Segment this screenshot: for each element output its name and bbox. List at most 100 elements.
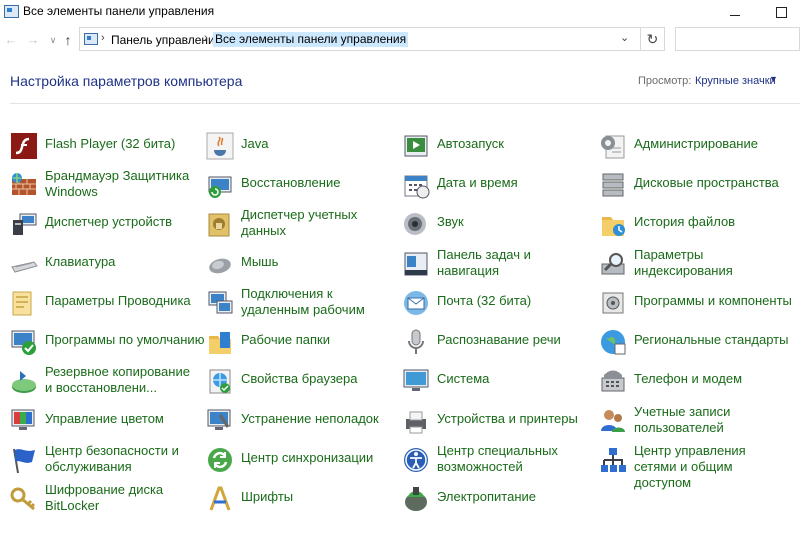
control-panel-item[interactable]: Параметры Проводника	[10, 287, 200, 323]
autoplay-icon	[402, 132, 430, 160]
control-panel-item[interactable]: Восстановление	[206, 169, 396, 205]
devices-printers-icon	[402, 407, 430, 435]
control-panel-item-label: Подключения к удаленным рабочим	[241, 286, 365, 317]
internet-options-icon	[206, 367, 234, 395]
control-panel-item[interactable]: Мышь	[206, 248, 396, 284]
keyboard-icon	[10, 250, 38, 278]
storage-spaces-icon	[599, 171, 627, 199]
device-manager-icon	[10, 210, 38, 238]
control-panel-item-label: Программы по умолчанию	[45, 332, 205, 347]
control-panel-item[interactable]: Электропитание	[402, 483, 592, 519]
control-panel-item[interactable]: Свойства браузера	[206, 365, 396, 401]
control-panel-item[interactable]: Автозапуск	[402, 130, 592, 166]
maximize-button[interactable]	[758, 0, 800, 24]
phone-modem-icon	[599, 367, 627, 395]
control-panel-item[interactable]: Звук	[402, 208, 592, 244]
control-panel-item[interactable]: Клавиатура	[10, 248, 200, 284]
control-panel-icon	[84, 33, 98, 45]
control-panel-item[interactable]: Брандмауэр Защитника Windows	[10, 168, 200, 205]
control-panel-item-label: Центр специальных возможностей	[437, 443, 558, 474]
chevron-down-icon[interactable]: ⌄	[620, 31, 629, 44]
control-panel-item[interactable]: Дисковые пространства	[599, 169, 789, 205]
java-icon	[206, 132, 234, 160]
control-panel-item[interactable]: Устранение неполадок	[206, 405, 396, 441]
control-panel-item[interactable]: Шифрование диска BitLocker	[10, 482, 200, 519]
control-panel-item[interactable]: Рабочие папки	[206, 326, 396, 362]
view-by-label: Просмотр:	[638, 75, 692, 87]
control-panel-item[interactable]: Дата и время	[402, 169, 592, 205]
backup-icon	[10, 367, 38, 395]
title-bar: Все элементы панели управления	[0, 0, 800, 24]
mouse-icon	[206, 250, 234, 278]
control-panel-item-label: Центр безопасности и обслуживания	[45, 443, 179, 474]
minimize-button[interactable]	[712, 0, 758, 24]
control-panel-item-label: Рабочие папки	[241, 332, 330, 347]
firewall-icon	[10, 171, 38, 199]
control-panel-item[interactable]: Устройства и принтеры	[402, 405, 592, 441]
control-panel-item[interactable]: Шрифты	[206, 483, 396, 519]
recovery-icon	[206, 171, 234, 199]
control-panel-item-label: Программы и компоненты	[634, 293, 792, 308]
control-panel-item[interactable]: Программы и компоненты	[599, 287, 792, 323]
taskbar-icon	[402, 250, 430, 278]
control-panel-item[interactable]: Региональные стандарты	[599, 326, 789, 362]
control-panel-item[interactable]: Диспетчер учетных данных	[206, 207, 396, 244]
control-panel-item-label: Дата и время	[437, 175, 518, 190]
control-panel-item[interactable]: Панель задач и навигация	[402, 247, 592, 284]
control-panel-item[interactable]: Параметры индексирования	[599, 247, 789, 284]
user-accounts-icon	[599, 407, 627, 435]
control-panel-item[interactable]: Java	[206, 130, 396, 166]
control-panel-item[interactable]: Резервное копирование и восстановлени...	[10, 364, 200, 401]
control-panel-item[interactable]: Центр безопасности и обслуживания	[10, 443, 200, 480]
control-panel-item-label: Резервное копирование и восстановлени...	[45, 364, 190, 395]
folder-options-icon	[10, 289, 38, 317]
control-panel-item[interactable]: Система	[402, 365, 592, 401]
control-panel-item-label: Учетные записи пользователей	[634, 404, 731, 435]
control-panel-item[interactable]: Flash Player (32 бита)	[10, 130, 200, 166]
control-panel-item-label: Брандмауэр Защитника Windows	[45, 168, 190, 199]
control-panel-item[interactable]: Подключения к удаленным рабочим	[206, 286, 396, 323]
security-flag-icon	[10, 446, 38, 474]
forward-button[interactable]: →	[24, 31, 42, 49]
chevron-right-icon[interactable]: ›	[204, 32, 208, 44]
dropdown-caret-icon[interactable]: ▼	[769, 74, 778, 84]
credential-manager-icon	[206, 210, 234, 238]
mail-icon	[402, 289, 430, 317]
control-panel-item[interactable]: История файлов	[599, 208, 789, 244]
view-by-dropdown[interactable]: Крупные значки	[695, 75, 776, 87]
work-folders-icon	[206, 328, 234, 356]
back-button[interactable]: ←	[2, 31, 20, 49]
search-input[interactable]	[675, 27, 800, 51]
ease-of-access-icon	[402, 446, 430, 474]
control-panel-item[interactable]: Администрирование	[599, 130, 789, 166]
control-panel-item-label: Панель задач и навигация	[437, 247, 531, 278]
breadcrumb-all-items[interactable]: Все элементы панели управления	[213, 32, 409, 47]
maximize-icon	[775, 7, 787, 18]
control-panel-item[interactable]: Центр синхронизации	[206, 444, 396, 480]
control-panel-item[interactable]: Почта (32 бита)	[402, 287, 592, 323]
troubleshooting-icon	[206, 407, 234, 435]
system-icon	[402, 367, 430, 395]
chevron-right-icon[interactable]: ›	[101, 32, 105, 44]
control-panel-item[interactable]: Диспетчер устройств	[10, 208, 200, 244]
refresh-button[interactable]: ↻	[641, 27, 665, 51]
control-panel-item[interactable]: Программы по умолчанию	[10, 326, 204, 362]
control-panel-item[interactable]: Центр специальных возможностей	[402, 443, 592, 480]
color-management-icon	[10, 407, 38, 435]
control-panel-item[interactable]: Распознавание речи	[402, 326, 592, 362]
control-panel-item[interactable]: Управление цветом	[10, 405, 200, 441]
minimize-icon	[730, 15, 740, 16]
control-panel-item[interactable]: Учетные записи пользователей	[599, 404, 789, 441]
control-panel-item[interactable]: Центр управления сетями и общим доступом	[599, 443, 789, 490]
control-panel-item[interactable]: Телефон и модем	[599, 365, 789, 401]
up-button[interactable]: ↑	[59, 31, 77, 49]
control-panel-item-label: Мышь	[241, 254, 279, 269]
control-panel-item-label: Центр синхронизации	[241, 450, 374, 465]
microphone-icon	[402, 328, 430, 356]
remote-desktop-icon	[206, 289, 234, 317]
control-panel-item-label: Автозапуск	[437, 136, 504, 151]
control-panel-item-label: Клавиатура	[45, 254, 116, 269]
control-panel-item-label: Устранение неполадок	[241, 411, 379, 426]
address-bar[interactable]: › Панель управления › Все элементы панел…	[79, 27, 641, 51]
control-panel-item-label: Диспетчер учетных данных	[241, 207, 358, 238]
